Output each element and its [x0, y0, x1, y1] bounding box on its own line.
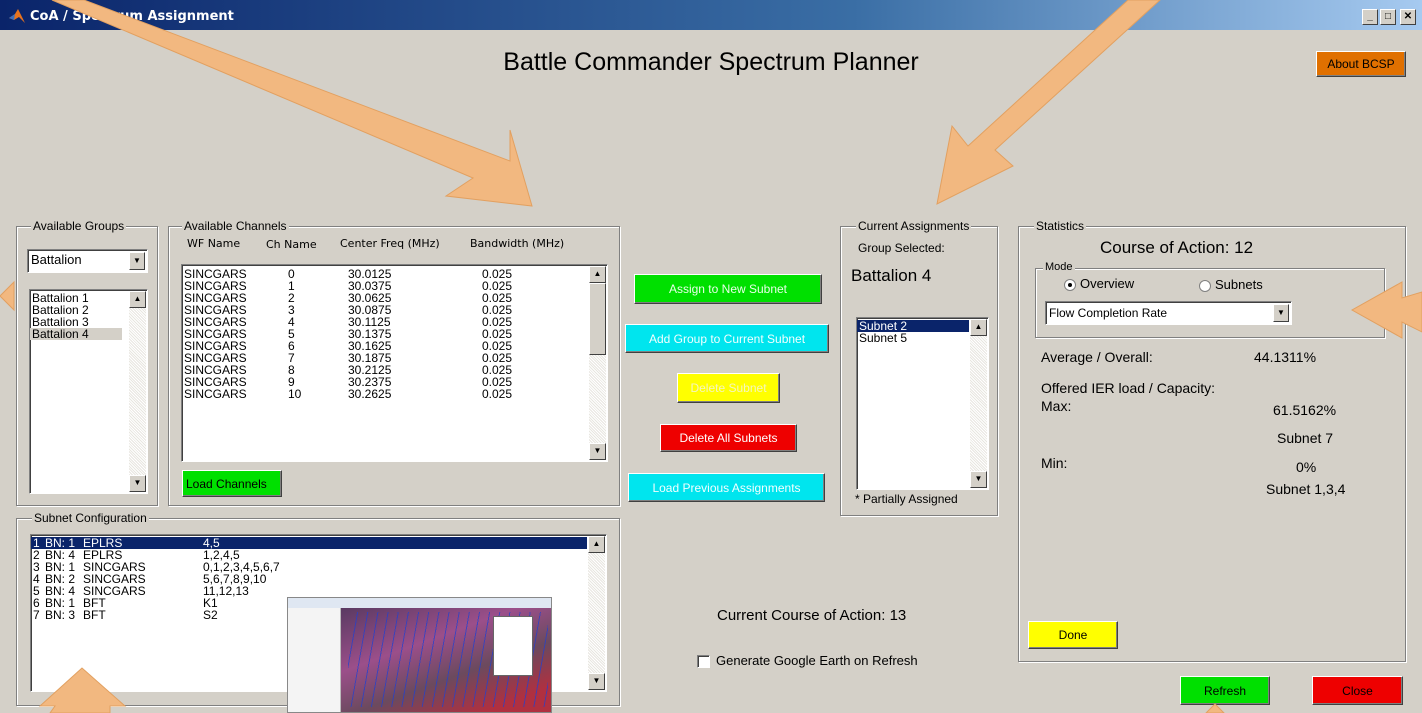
max-value: 61.5162% — [1273, 402, 1337, 418]
current-assignments-legend: Current Assignments — [856, 219, 972, 233]
mode-overview-label: Overview — [1080, 276, 1135, 291]
min-subnet: Subnet 1,3,4 — [1266, 481, 1346, 497]
channel-cell-wf: SINCGARS — [184, 387, 247, 401]
available-groups-legend: Available Groups — [31, 219, 127, 233]
done-button[interactable]: Done — [1028, 621, 1118, 649]
subnet-cell-ch: S2 — [203, 608, 218, 622]
average-label: Average / Overall: — [1041, 349, 1153, 365]
min-value: 0% — [1296, 459, 1317, 475]
mode-subnets-radio[interactable]: Subnets — [1199, 277, 1263, 292]
subnet-cell-n: 7 — [33, 608, 40, 622]
window-title: CoA / Spectrum Assignment — [30, 9, 234, 24]
available-channels-legend: Available Channels — [182, 219, 289, 233]
scroll-thumb[interactable] — [589, 283, 606, 355]
google-earth-screenshot — [287, 597, 552, 713]
groups-listbox[interactable]: Battalion 1 Battalion 2 Battalion 3 Battali… — [29, 289, 148, 494]
maximize-icon[interactable]: □ — [1380, 9, 1396, 25]
chevron-down-icon[interactable]: ▼ — [1273, 304, 1289, 322]
page-title: Battle Commander Spectrum Planner — [503, 48, 919, 76]
channel-cell-ch: 10 — [288, 387, 302, 401]
assignment-list-item[interactable]: Subnet 5 — [857, 332, 988, 344]
scroll-down-icon[interactable]: ▼ — [970, 471, 987, 488]
assignments-listbox[interactable]: Subnet 2 Subnet 5 ▲ ▼ — [856, 317, 989, 490]
group-type-value: Battalion — [31, 252, 82, 267]
scroll-down-icon[interactable]: ▼ — [589, 443, 606, 460]
channel-cell-freq: 30.2625 — [348, 387, 392, 401]
google-earth-option[interactable]: Generate Google Earth on Refresh — [697, 653, 918, 669]
max-subnet: Subnet 7 — [1277, 430, 1334, 446]
group-type-dropdown[interactable]: Battalion ▼ — [27, 249, 148, 273]
header-wf-name: WF Name — [187, 237, 241, 250]
mode-subnets-label: Subnets — [1215, 277, 1263, 292]
minimize-icon[interactable]: _ — [1362, 9, 1378, 25]
header-center-freq: Center Freq (MHz) — [340, 237, 440, 250]
coa-title: Course of Action: 12 — [1100, 238, 1254, 257]
chevron-down-icon[interactable]: ▼ — [129, 252, 145, 270]
metric-value: Flow Completion Rate — [1049, 306, 1168, 320]
refresh-button[interactable]: Refresh — [1180, 676, 1270, 705]
channels-scrollbar[interactable]: ▲ ▼ — [589, 266, 606, 460]
header-bandwidth: Bandwidth (MHz) — [470, 237, 565, 250]
assignments-scrollbar[interactable]: ▲ ▼ — [970, 319, 987, 488]
subnet-configuration-legend: Subnet Configuration — [32, 511, 149, 525]
close-button[interactable]: Close — [1312, 676, 1403, 705]
load-channels-button[interactable]: Load Channels — [182, 470, 282, 497]
scroll-down-icon[interactable]: ▼ — [129, 475, 146, 492]
average-value: 44.1311% — [1254, 349, 1317, 365]
radio-unselected-icon[interactable] — [1199, 279, 1211, 292]
group-selected-label: Group Selected: — [858, 241, 945, 255]
offered-label: Offered IER load / Capacity: — [1041, 380, 1216, 396]
channel-row[interactable]: SINCGARS 10 30.2625 0.025 — [182, 388, 607, 400]
group-selected-value: Battalion 4 — [851, 266, 932, 285]
google-earth-label: Generate Google Earth on Refresh — [716, 653, 918, 668]
add-group-button[interactable]: Add Group to Current Subnet — [625, 324, 829, 353]
scroll-up-icon[interactable]: ▲ — [589, 266, 606, 283]
subnet-cell-bn: BN: 3 — [45, 608, 76, 622]
subnet-scrollbar[interactable]: ▲ ▼ — [588, 536, 605, 690]
subnet-cell-wf: BFT — [83, 608, 106, 622]
mode-overview-radio[interactable]: Overview — [1064, 276, 1134, 291]
max-label: Max: — [1041, 398, 1072, 414]
delete-all-subnets-button[interactable]: Delete All Subnets — [660, 424, 797, 452]
metric-dropdown[interactable]: Flow Completion Rate ▼ — [1045, 301, 1292, 325]
load-previous-button[interactable]: Load Previous Assignments — [628, 473, 825, 502]
mode-legend: Mode — [1043, 261, 1075, 273]
subnet-row[interactable]: 5 BN: 4 SINCGARS 11,12,13 — [31, 585, 606, 597]
channels-listbox[interactable]: SINCGARS 0 30.0125 0.025 SINCGARS 1 30.0375 0.0… — [181, 264, 608, 462]
scroll-down-icon[interactable]: ▼ — [588, 673, 605, 690]
scroll-up-icon[interactable]: ▲ — [970, 319, 987, 336]
radio-selected-icon[interactable] — [1064, 278, 1076, 291]
header-ch-name: Ch Name — [266, 238, 317, 251]
scroll-up-icon[interactable]: ▲ — [129, 291, 146, 308]
channel-cell-bw: 0.025 — [482, 387, 513, 401]
assign-new-subnet-button[interactable]: Assign to New Subnet — [634, 274, 822, 304]
close-window-icon[interactable]: ✕ — [1400, 9, 1416, 25]
matlab-logo-icon — [9, 9, 25, 23]
google-earth-checkbox[interactable] — [697, 655, 710, 669]
partially-assigned-note: * Partially Assigned — [855, 492, 958, 506]
min-label: Min: — [1041, 455, 1068, 471]
scroll-up-icon[interactable]: ▲ — [588, 536, 605, 553]
current-coa-label: Current Course of Action: 13 — [717, 607, 907, 624]
group-list-item[interactable]: Battalion 4 — [30, 328, 122, 340]
groups-scrollbar[interactable]: ▲ ▼ — [129, 291, 146, 492]
about-button[interactable]: About BCSP — [1316, 51, 1406, 77]
delete-subnet-button[interactable]: Delete Subnet — [677, 373, 780, 403]
statistics-legend: Statistics — [1034, 219, 1087, 233]
